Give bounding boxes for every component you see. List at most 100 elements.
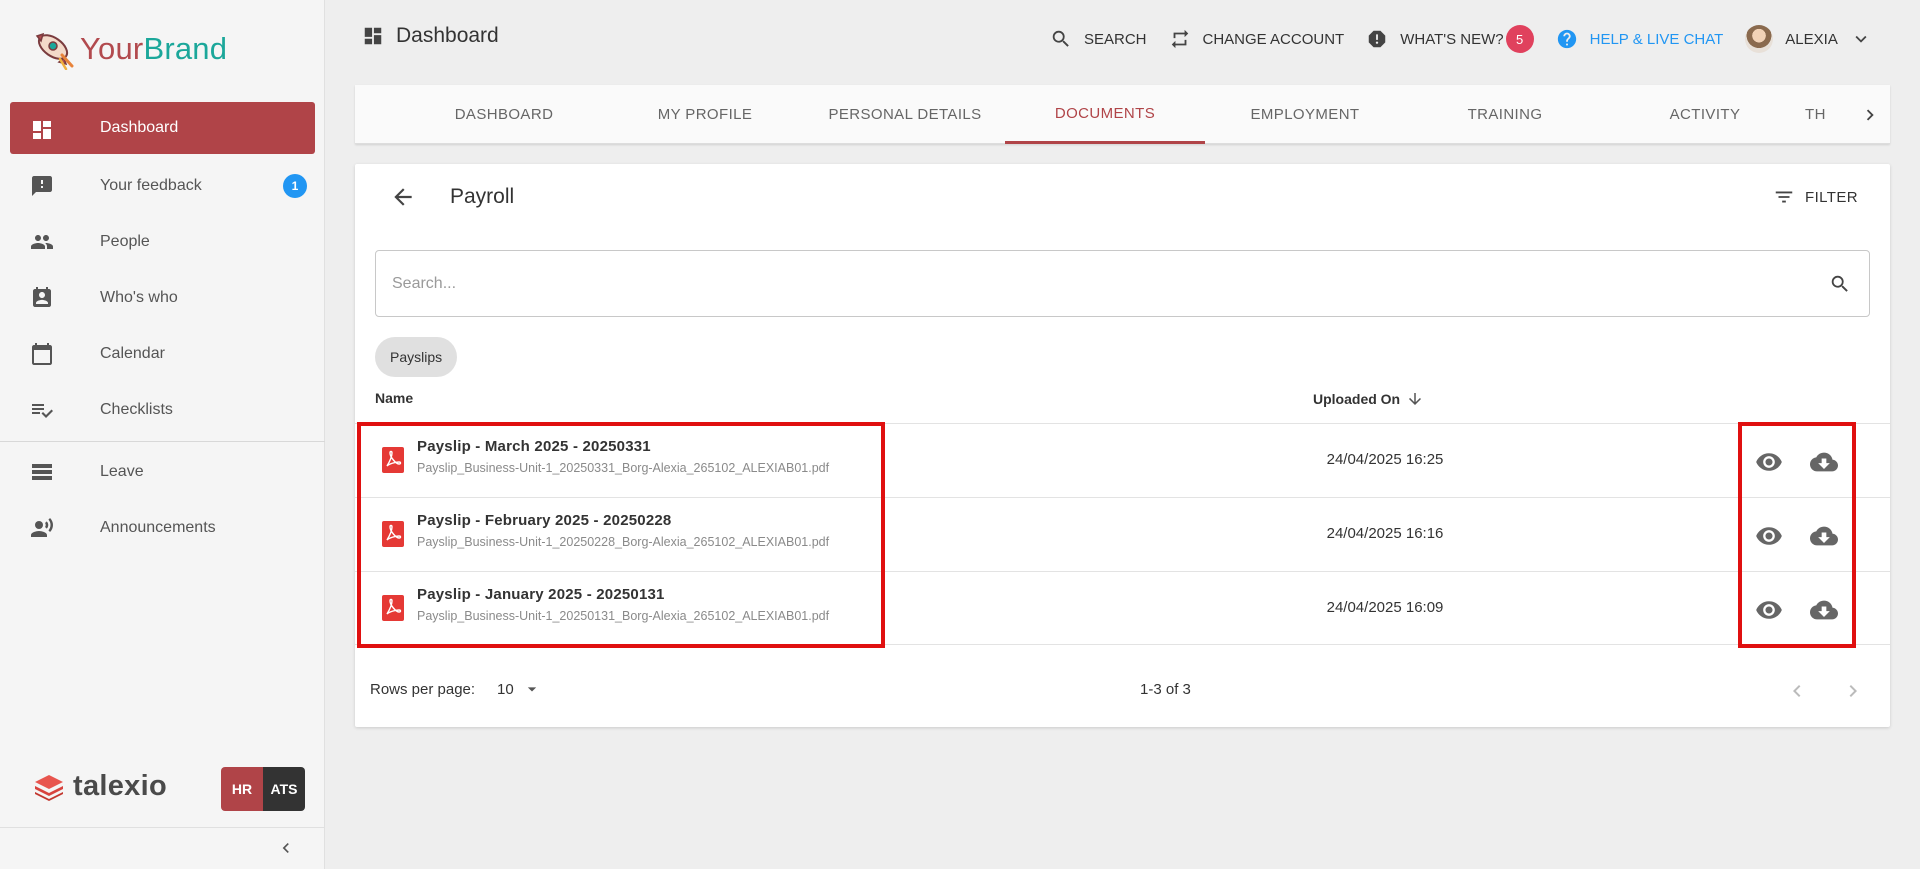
ats-switch-button[interactable]: ATS bbox=[263, 767, 305, 811]
cloud-download-icon[interactable] bbox=[1810, 448, 1838, 476]
rows-per-page-value: 10 bbox=[497, 680, 514, 698]
previous-page-chevron-left-icon[interactable] bbox=[1785, 679, 1809, 703]
talexio-logo: talexio bbox=[33, 770, 167, 803]
sidebar-item-dashboard[interactable]: Dashboard bbox=[10, 102, 315, 154]
view-eye-icon[interactable] bbox=[1755, 448, 1783, 476]
tabs-scroll-right-button[interactable] bbox=[1850, 85, 1890, 144]
change-account-button[interactable]: CHANGE ACCOUNT bbox=[1169, 28, 1344, 50]
sidebar-item-label: Calendar bbox=[100, 345, 165, 362]
document-filename: Payslip_Business-Unit-1_20250131_Borg-Al… bbox=[417, 609, 830, 623]
brand-name: YourBrand bbox=[80, 31, 227, 67]
product-switcher[interactable]: HR ATS bbox=[221, 767, 305, 811]
alert-octagon-icon bbox=[1368, 30, 1386, 48]
folder-title: Payroll bbox=[450, 185, 515, 208]
sidebar-item-checklists[interactable]: Checklists bbox=[0, 382, 325, 438]
sidebar-item-people[interactable]: People bbox=[0, 214, 325, 270]
profile-tabs: DASHBOARD MY PROFILE PERSONAL DETAILS DO… bbox=[355, 85, 1890, 144]
feedback-count-badge: 1 bbox=[283, 174, 307, 198]
search-button-label: SEARCH bbox=[1084, 30, 1147, 48]
sidebar-item-label: Announcements bbox=[100, 519, 216, 536]
column-header-name-label: Name bbox=[375, 390, 414, 406]
contact-card-icon bbox=[33, 287, 51, 307]
tab-employment[interactable]: EMPLOYMENT bbox=[1205, 85, 1405, 144]
sidebar-item-label: People bbox=[100, 233, 150, 250]
feedback-icon bbox=[32, 176, 52, 196]
pdf-file-icon bbox=[382, 595, 404, 621]
document-title[interactable]: Payslip - February 2025 - 20250228 bbox=[417, 512, 671, 529]
swap-icon bbox=[1171, 29, 1188, 49]
tab-training[interactable]: TRAINING bbox=[1405, 85, 1605, 144]
view-eye-icon[interactable] bbox=[1755, 596, 1783, 624]
table-row[interactable]: Payslip - March 2025 - 20250331 Payslip_… bbox=[355, 423, 1890, 497]
dashboard-icon bbox=[364, 27, 382, 45]
people-icon bbox=[31, 235, 53, 249]
card-header: Payroll FILTER bbox=[355, 164, 1890, 230]
sidebar: YourBrand Dashboard Your feedback 1 Peop… bbox=[0, 0, 325, 869]
tab-my-profile[interactable]: MY PROFILE bbox=[605, 85, 805, 144]
uploaded-on-date: 24/04/2025 16:16 bbox=[1326, 525, 1444, 542]
announcement-icon bbox=[31, 518, 53, 537]
sidebar-item-label: Your feedback bbox=[100, 177, 202, 194]
sort-descending-arrow-icon bbox=[1409, 393, 1422, 405]
next-page-chevron-right-icon[interactable] bbox=[1841, 679, 1865, 703]
dashboard-icon bbox=[33, 121, 51, 139]
talexio-wordmark: talexio bbox=[73, 770, 167, 802]
tab-personal-details[interactable]: PERSONAL DETAILS bbox=[805, 85, 1005, 144]
rows-per-page-select[interactable]: 10 bbox=[497, 679, 542, 699]
brand-logo[interactable]: YourBrand bbox=[28, 28, 227, 70]
filter-button[interactable]: FILTER bbox=[1773, 186, 1858, 208]
help-icon bbox=[1557, 29, 1576, 49]
filter-button-label: FILTER bbox=[1805, 188, 1858, 206]
tab-dashboard[interactable]: DASHBOARD bbox=[404, 85, 604, 144]
cloud-download-icon[interactable] bbox=[1810, 522, 1838, 550]
user-name: ALEXIA bbox=[1785, 30, 1838, 48]
view-eye-icon[interactable] bbox=[1755, 522, 1783, 550]
sidebar-item-calendar[interactable]: Calendar bbox=[0, 326, 325, 382]
table-row[interactable]: Payslip - January 2025 - 20250131 Paysli… bbox=[355, 571, 1890, 645]
brand-name-part1: Your bbox=[80, 31, 144, 66]
uploaded-on-date: 24/04/2025 16:09 bbox=[1326, 599, 1444, 616]
sidebar-item-your-feedback[interactable]: Your feedback 1 bbox=[0, 158, 325, 214]
filter-icon bbox=[1775, 191, 1793, 203]
pagination-range: 1-3 of 3 bbox=[1140, 681, 1191, 698]
search-icon[interactable] bbox=[1829, 273, 1851, 295]
help-live-chat-label: HELP & LIVE CHAT bbox=[1589, 30, 1724, 48]
tab-activity[interactable]: ACTIVITY bbox=[1605, 85, 1805, 144]
cloud-download-icon[interactable] bbox=[1810, 596, 1838, 624]
sidebar-item-label: Checklists bbox=[100, 401, 173, 418]
header-actions: SEARCH CHANGE ACCOUNT WHAT'S NEW? 5 HELP… bbox=[1050, 24, 1894, 54]
document-filename: Payslip_Business-Unit-1_20250331_Borg-Al… bbox=[417, 461, 830, 475]
search-button[interactable]: SEARCH bbox=[1050, 28, 1147, 50]
sidebar-item-leave[interactable]: Leave bbox=[0, 444, 325, 500]
payslips-filter-chip[interactable]: Payslips bbox=[375, 337, 458, 377]
tab-documents[interactable]: DOCUMENTS bbox=[1005, 85, 1205, 144]
pdf-file-icon bbox=[382, 521, 404, 547]
back-arrow-icon[interactable] bbox=[390, 184, 416, 210]
sidebar-item-announcements[interactable]: Announcements bbox=[0, 500, 325, 556]
hr-switch-button[interactable]: HR bbox=[221, 767, 263, 811]
document-title[interactable]: Payslip - January 2025 - 20250131 bbox=[417, 586, 665, 603]
whats-new-count-badge: 5 bbox=[1505, 25, 1534, 53]
checklist-icon bbox=[32, 404, 53, 418]
collapse-sidebar-chevron-left-icon[interactable] bbox=[276, 838, 296, 858]
document-search-input[interactable] bbox=[392, 271, 1792, 297]
sidebar-item-label: Dashboard bbox=[100, 119, 179, 136]
documents-table: Payslip - March 2025 - 20250331 Payslip_… bbox=[355, 423, 1890, 645]
column-header-uploaded-on[interactable]: Uploaded On bbox=[1313, 390, 1424, 408]
dropdown-arrow-icon bbox=[527, 687, 536, 692]
whats-new-label: WHAT'S NEW? bbox=[1400, 30, 1504, 48]
table-row[interactable]: Payslip - February 2025 - 20250228 Paysl… bbox=[355, 497, 1890, 571]
whats-new-button[interactable]: WHAT'S NEW? 5 bbox=[1366, 25, 1534, 53]
sidebar-item-whos-who[interactable]: Who's who bbox=[0, 270, 325, 326]
document-search-box bbox=[375, 250, 1870, 317]
document-title[interactable]: Payslip - March 2025 - 20250331 bbox=[417, 438, 651, 455]
column-header-name[interactable]: Name bbox=[375, 390, 413, 406]
brand-name-part2: Brand bbox=[143, 31, 228, 66]
user-menu[interactable]: ALEXIA bbox=[1745, 25, 1872, 53]
documents-card: Payroll FILTER Payslips Name Uploaded On… bbox=[355, 164, 1890, 727]
pdf-file-icon bbox=[382, 447, 404, 473]
help-live-chat-button[interactable]: HELP & LIVE CHAT bbox=[1556, 28, 1724, 50]
sidebar-collapse-row bbox=[0, 827, 325, 869]
column-header-uploaded-label: Uploaded On bbox=[1313, 391, 1401, 407]
search-icon bbox=[1052, 30, 1069, 47]
